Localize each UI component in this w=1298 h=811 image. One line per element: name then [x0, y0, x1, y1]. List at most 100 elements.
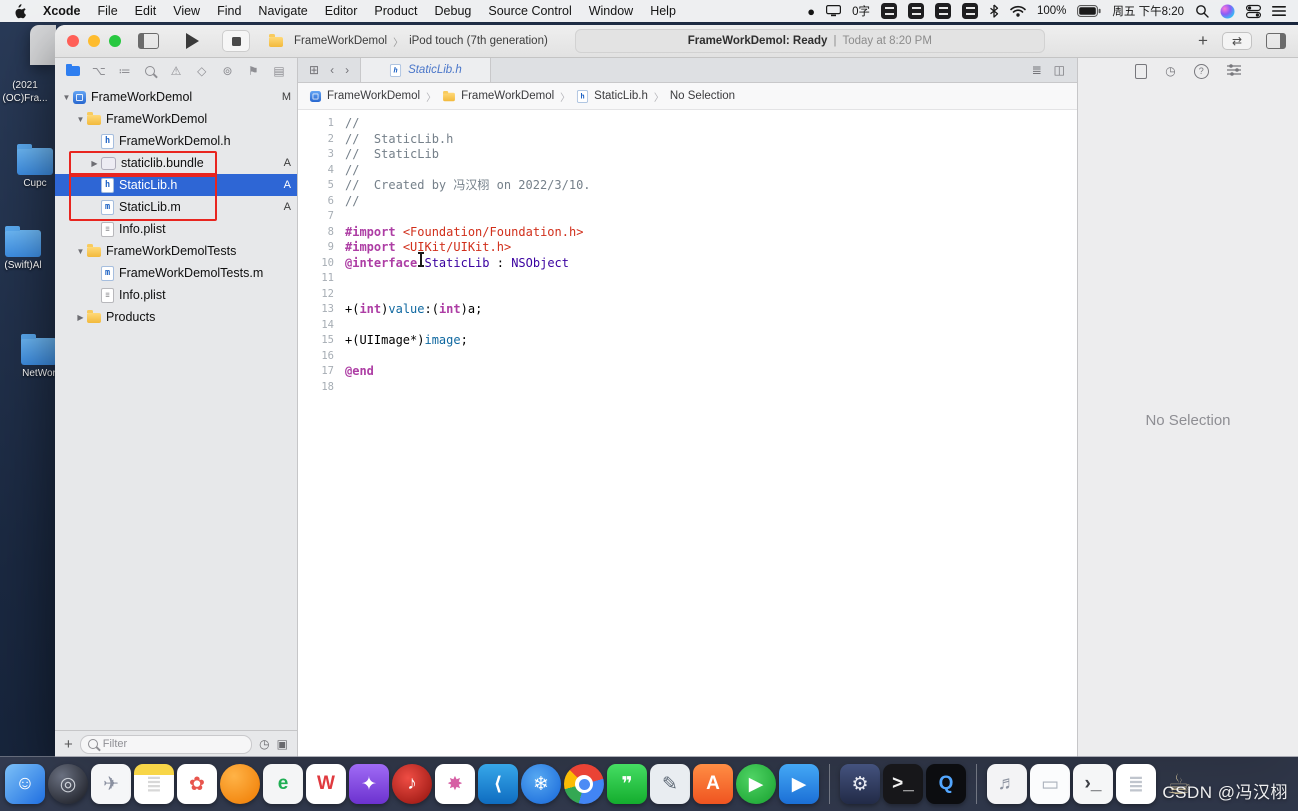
menu-item-edit[interactable]: Edit — [135, 4, 157, 18]
menu-item-window[interactable]: Window — [589, 4, 633, 18]
menu-item-editor[interactable]: Editor — [325, 4, 358, 18]
desktop-item[interactable]: (Swift)Al — [0, 226, 52, 273]
breadcrumb-item[interactable]: h StaticLib.h — [576, 89, 648, 104]
scheme-device-label[interactable]: iPod touch (7th generation) — [409, 35, 548, 47]
dock-app-terminal-icon[interactable]: >_ — [883, 764, 923, 804]
add-editor-icon[interactable]: ◫ — [1054, 63, 1065, 77]
tree-item-staticlib-bundle[interactable]: ▶ staticlib.bundle A — [55, 152, 297, 174]
editor-mode-button[interactable]: ⇄ — [1221, 32, 1252, 50]
dock-app-blue-play-icon[interactable]: ▶ — [779, 764, 819, 804]
dock-app-purple-app-icon[interactable]: ✦ — [349, 764, 389, 804]
dock-app-music-icon[interactable]: ♪ — [392, 764, 432, 804]
menu-clock[interactable]: 周五 下午8:20 — [1112, 3, 1184, 19]
code-line[interactable]: 17 @end — [298, 364, 1077, 380]
tree-item-frameworkdemol[interactable]: ▼ FrameWorkDemol — [55, 108, 297, 130]
code-line[interactable]: 12 — [298, 287, 1077, 303]
code-line[interactable]: 6 // — [298, 194, 1077, 210]
scheme-selector[interactable]: FrameWorkDemol 〉 iPod touch (7th generat… — [269, 34, 548, 49]
code-line[interactable]: 7 — [298, 209, 1077, 225]
dock-app-palette-icon[interactable]: ✸ — [435, 764, 475, 804]
menu-item-app[interactable]: Xcode — [43, 4, 81, 18]
code-line[interactable]: 9 #import <UIKit/UIKit.h> — [298, 240, 1077, 256]
disclosure-open-icon[interactable]: ▼ — [75, 247, 86, 256]
tree-item-frameworkdemol[interactable]: ▼ FrameWorkDemol M — [55, 86, 297, 108]
menu-item-help[interactable]: Help — [650, 4, 676, 18]
menu-item-file[interactable]: File — [98, 4, 118, 18]
display-icon[interactable] — [826, 5, 842, 17]
go-forward-icon[interactable]: › — [345, 63, 349, 77]
symbol-navigator-icon[interactable]: ≔ — [116, 64, 134, 78]
minimize-window-button[interactable] — [88, 35, 100, 47]
dock-app-wechat-icon[interactable]: ❞ — [607, 764, 647, 804]
stop-button[interactable] — [222, 30, 250, 52]
quick-help-inspector-icon[interactable]: ? — [1193, 63, 1209, 79]
apple-menu-icon[interactable] — [12, 3, 26, 19]
battery-icon[interactable] — [1077, 5, 1102, 17]
dock-app-dark-sphere-icon[interactable]: ◎ — [48, 764, 88, 804]
disclosure-closed-icon[interactable]: ▶ — [89, 159, 100, 168]
record-icon[interactable]: ● — [807, 5, 815, 18]
dock-app-compose-icon[interactable]: ✎ — [650, 764, 690, 804]
ime-icon[interactable] — [935, 3, 951, 19]
issue-navigator-icon[interactable]: ⚠ — [167, 64, 185, 78]
spotlight-icon[interactable] — [1195, 4, 1209, 18]
dock-app-navy-tool-icon[interactable]: ⚙ — [840, 764, 880, 804]
dock-app-finder-icon[interactable]: ☺ — [5, 764, 45, 804]
tree-item-staticlib-m[interactable]: m StaticLib.m A — [55, 196, 297, 218]
debug-navigator-icon[interactable]: ⊚ — [219, 64, 237, 78]
code-line[interactable]: 13 +(int)value:(int)a; — [298, 302, 1077, 318]
dock-app-mini-window-icon[interactable]: ▭ — [1030, 764, 1070, 804]
menu-item-product[interactable]: Product — [374, 4, 417, 18]
breadcrumb-item[interactable]: No Selection — [670, 90, 735, 102]
dock-app-word-icon[interactable]: W — [306, 764, 346, 804]
siri-icon[interactable] — [1220, 4, 1235, 19]
desktop-item[interactable]: (2021 (OC)Fra... — [0, 80, 54, 105]
menu-item-debug[interactable]: Debug — [435, 4, 472, 18]
menu-item-navigate[interactable]: Navigate — [258, 4, 307, 18]
code-line[interactable]: 11 — [298, 271, 1077, 287]
tree-item-info-plist[interactable]: ≡ Info.plist — [55, 218, 297, 240]
dock-app-doc-icon[interactable]: ≣ — [1116, 764, 1156, 804]
dock-app-photos-icon[interactable]: ✿ — [177, 764, 217, 804]
breakpoint-navigator-icon[interactable]: ⚑ — [244, 64, 262, 78]
tree-item-staticlib-h[interactable]: h StaticLib.h A — [55, 174, 297, 196]
code-line[interactable]: 1 // — [298, 116, 1077, 132]
find-navigator-icon[interactable] — [141, 66, 159, 76]
wifi-icon[interactable] — [1010, 5, 1026, 17]
disclosure-closed-icon[interactable]: ▶ — [75, 313, 86, 322]
disclosure-open-icon[interactable]: ▼ — [75, 115, 86, 124]
filter-field[interactable]: Filter — [79, 734, 253, 754]
menu-item-source-control[interactable]: Source Control — [488, 4, 571, 18]
ime-icon[interactable] — [962, 3, 978, 19]
add-file-button[interactable]: + — [64, 736, 73, 753]
notification-list-icon[interactable] — [1272, 5, 1286, 17]
go-back-icon[interactable]: ‹ — [330, 63, 334, 77]
dock-app-q-search-icon[interactable]: Q — [926, 764, 966, 804]
zoom-window-button[interactable] — [109, 35, 121, 47]
scm-status-filter-icon[interactable]: ▣ — [277, 737, 288, 751]
file-inspector-icon[interactable] — [1135, 63, 1148, 79]
ime-icon[interactable] — [881, 3, 897, 19]
code-line[interactable]: 2 // StaticLib.h — [298, 132, 1077, 148]
run-button[interactable] — [186, 33, 199, 49]
tree-item-frameworkdemoltests-m[interactable]: m FrameWorkDemolTests.m — [55, 262, 297, 284]
dock-app-mini-terminal-icon[interactable]: ›_ — [1073, 764, 1113, 804]
related-items-icon[interactable]: ⊞ — [309, 63, 319, 77]
code-line[interactable]: 5 // Created by 冯汉栩 on 2022/3/10. — [298, 178, 1077, 194]
code-line[interactable]: 16 — [298, 349, 1077, 365]
menu-item-find[interactable]: Find — [217, 4, 241, 18]
tree-item-info-plist[interactable]: ≡ Info.plist — [55, 284, 297, 306]
code-area[interactable]: 1 // 2 // StaticLib.h 3 // StaticLib 4 // 5 // Cr… — [298, 110, 1077, 757]
dock-app-green-play-icon[interactable]: ▶ — [736, 764, 776, 804]
breadcrumb-item[interactable]: FrameWorkDemol — [442, 90, 554, 102]
adjust-icon[interactable] — [1226, 63, 1241, 79]
dock-app-orange-ball-icon[interactable] — [220, 764, 260, 804]
library-add-button[interactable]: + — [1198, 31, 1208, 51]
breadcrumb-item[interactable]: FrameWorkDemol — [309, 90, 420, 103]
minimap-icon[interactable]: ≣ — [1032, 63, 1042, 77]
code-line[interactable]: 8 #import <Foundation/Foundation.h> — [298, 225, 1077, 241]
report-navigator-icon[interactable]: ▤ — [270, 64, 288, 78]
dock-app-score-doc-icon[interactable]: ♬ — [987, 764, 1027, 804]
tree-item-products[interactable]: ▶ Products — [55, 306, 297, 328]
dock-app-blue-flake-icon[interactable]: ❄ — [521, 764, 561, 804]
